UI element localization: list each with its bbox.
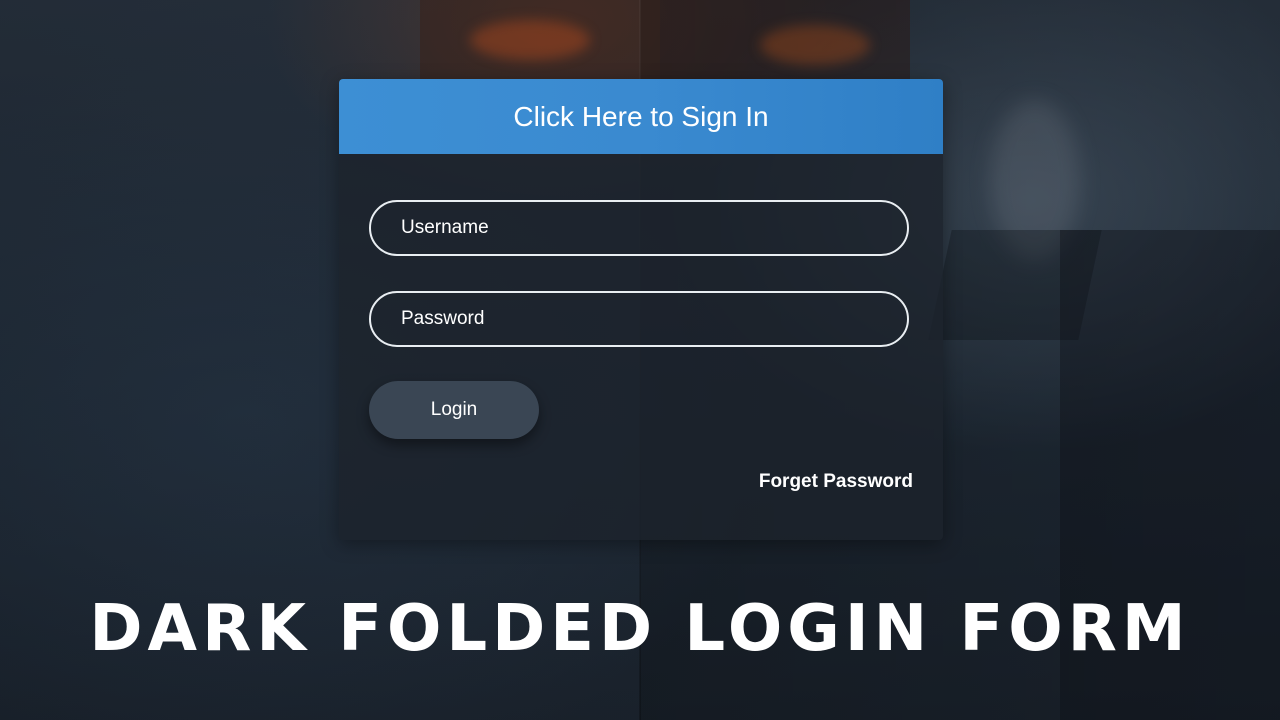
password-input[interactable] bbox=[369, 291, 909, 347]
forget-password-link[interactable]: Forget Password bbox=[759, 471, 913, 493]
username-input[interactable] bbox=[369, 200, 909, 256]
background-scene: Click Here to Sign In Login Forget Passw… bbox=[0, 0, 1280, 720]
login-button[interactable]: Login bbox=[369, 381, 539, 439]
banner-title: DARK FOLDED LOGIN FORM bbox=[89, 592, 1191, 666]
sign-in-header-button[interactable]: Click Here to Sign In bbox=[339, 79, 943, 154]
login-card: Click Here to Sign In Login Forget Passw… bbox=[339, 79, 943, 540]
